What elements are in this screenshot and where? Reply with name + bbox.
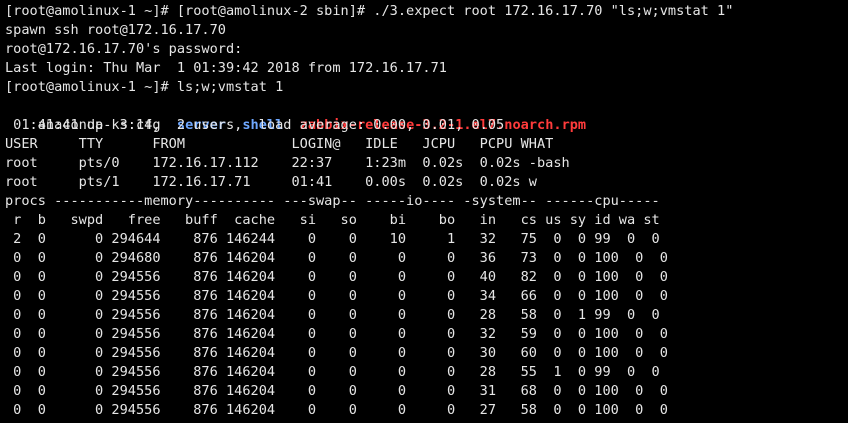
vmstat-output-line: 0 0 0 294556 876 146204 0 0 0 0 31 68 0 …: [5, 383, 668, 399]
w-output-line: root pts/0 172.16.17.112 22:37 1:23m 0.0…: [5, 155, 570, 171]
terminal-line: [root@amolinux-1 ~]# ls;w;vmstat 1: [5, 79, 284, 95]
w-output-line: root pts/1 172.16.17.71 01:41 0.00s 0.02…: [5, 174, 537, 190]
w-output-line: USER TTY FROM LOGIN@ IDLE JCPU PCPU WHAT: [5, 136, 554, 152]
vmstat-output-line: procs -----------memory---------- ---swa…: [5, 193, 660, 209]
vmstat-output-line: 0 0 0 294556 876 146204 0 0 0 0 32 59 0 …: [5, 326, 668, 342]
vmstat-output-line: 0 0 0 294556 876 146204 0 0 0 0 34 66 0 …: [5, 288, 668, 304]
terminal-line: Last login: Thu Mar 1 01:39:42 2018 from…: [5, 60, 447, 76]
terminal-line: root@172.16.17.70's password:: [5, 41, 243, 57]
vmstat-output-line: 0 0 0 294556 876 146204 0 0 0 0 30 60 0 …: [5, 345, 668, 361]
vmstat-output-line: 2 0 0 294644 876 146244 0 0 10 1 32 75 0…: [5, 231, 660, 247]
vmstat-output-line: 0 0 0 294680 876 146204 0 0 0 0 36 73 0 …: [5, 250, 668, 266]
terminal-line: [root@amolinux-1 ~]# [root@amolinux-2 sb…: [5, 3, 734, 19]
vmstat-output-line: 0 0 0 294556 876 146204 0 0 0 0 40 82 0 …: [5, 269, 668, 285]
terminal-window[interactable]: [root@amolinux-1 ~]# [root@amolinux-2 sb…: [0, 0, 848, 423]
w-output-line: 01:41:41 up 3:14, 2 users, load average:…: [5, 117, 505, 133]
vmstat-output-line: 0 0 0 294556 876 146204 0 0 0 0 27 58 0 …: [5, 402, 668, 418]
vmstat-output-line: 0 0 0 294556 876 146204 0 0 0 0 28 55 1 …: [5, 364, 660, 380]
ls-output-line: anaconda-ks.cfg server shell zabbix-rele…: [5, 97, 848, 133]
vmstat-output-line: 0 0 0 294556 876 146204 0 0 0 0 28 58 0 …: [5, 307, 660, 323]
vmstat-output-line: r b swpd free buff cache si so bi bo in …: [5, 212, 660, 228]
terminal-line: spawn ssh root@172.16.17.70: [5, 22, 226, 38]
